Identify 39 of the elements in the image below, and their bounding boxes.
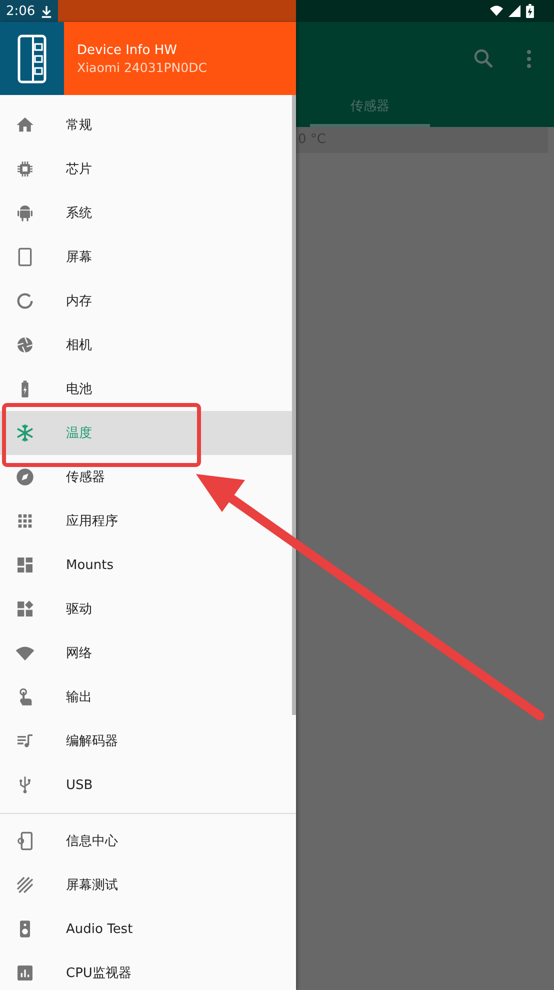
menu-item[interactable]: 网络: [0, 631, 296, 675]
menu-item[interactable]: 内存: [0, 279, 296, 323]
status-time: 2:06: [6, 4, 36, 18]
menu-item[interactable]: 输出: [0, 675, 296, 719]
menu-item[interactable]: 芯片: [0, 147, 296, 191]
dash-icon: [15, 555, 35, 575]
app-logo-icon: [17, 34, 47, 84]
menu-item[interactable]: Mounts: [0, 543, 296, 587]
info-icon: [15, 831, 35, 851]
menu-item[interactable]: 屏幕测试: [0, 863, 296, 907]
menu-item[interactable]: USB: [0, 763, 296, 807]
menu-item[interactable]: 驱动: [0, 587, 296, 631]
snow-icon: [15, 423, 35, 443]
menu-item[interactable]: CPU监视器: [0, 951, 296, 990]
ring-icon: [15, 291, 35, 311]
more-icon[interactable]: [526, 48, 532, 68]
menu-item[interactable]: 信息中心: [0, 819, 296, 863]
camera-icon: [15, 335, 35, 355]
menu-item[interactable]: 常规: [0, 103, 296, 147]
menu-item[interactable]: 传感器: [0, 455, 296, 499]
chip-icon: [15, 159, 35, 179]
menu-item[interactable]: 系统: [0, 191, 296, 235]
download-icon: [41, 4, 52, 18]
battery-icon: [526, 4, 534, 18]
menu-item[interactable]: 编解码器: [0, 719, 296, 763]
stripes-icon: [15, 875, 35, 895]
device-model: Xiaomi 24031PN0DC: [77, 60, 208, 74]
menu-item[interactable]: 屏幕: [0, 235, 296, 279]
app-title: Device Info HW: [77, 42, 178, 58]
android-icon: [15, 203, 35, 223]
menu-item[interactable]: Audio Test: [0, 907, 296, 951]
compass-icon: [15, 467, 35, 487]
menu-item[interactable]: 电池: [0, 367, 296, 411]
signal-icon: [508, 5, 521, 17]
menu-item[interactable]: 应用程序: [0, 499, 296, 543]
widgets-icon: [15, 599, 35, 619]
menu-item[interactable]: 相机: [0, 323, 296, 367]
chart-icon: [15, 963, 35, 983]
wifi-icon: [490, 5, 503, 17]
